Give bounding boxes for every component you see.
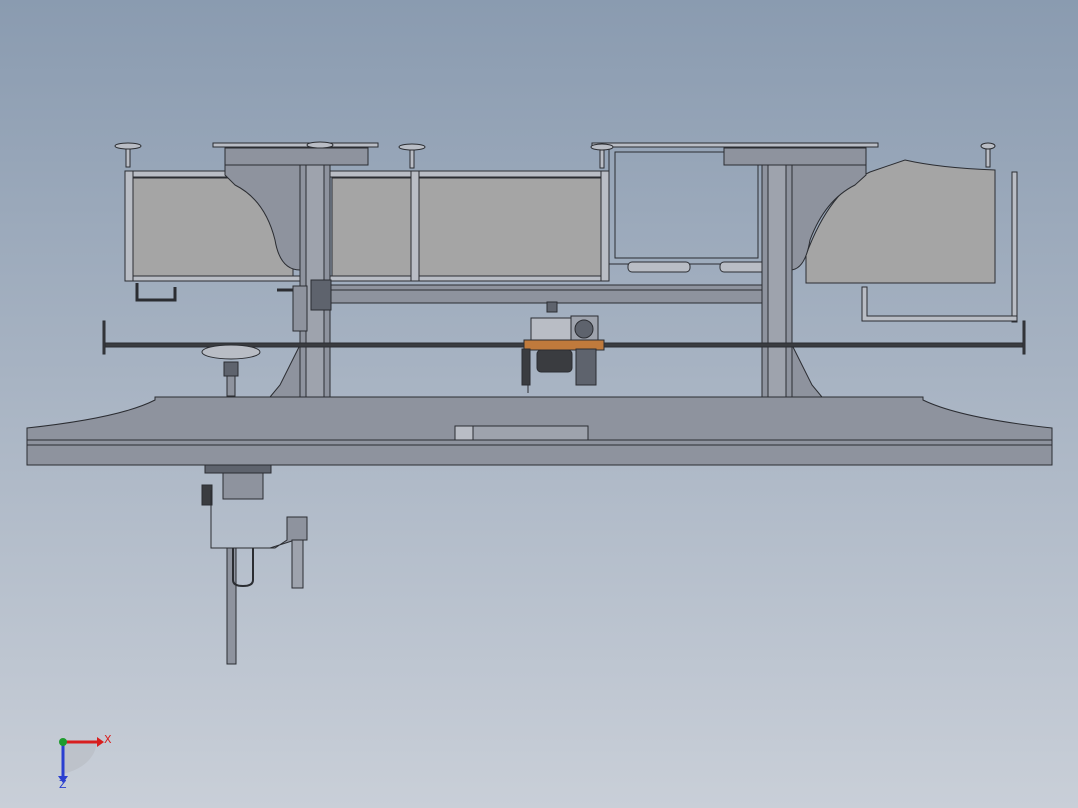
- triad-x-label: X: [104, 733, 112, 746]
- right-top-plate: [723, 147, 867, 166]
- round-table-top: [201, 344, 261, 360]
- foot-5-stem: [985, 148, 991, 168]
- top-strip-2: [591, 142, 879, 148]
- motor-body: [536, 349, 573, 373]
- foot-1-stem: [125, 148, 131, 168]
- hanging-mount-plate: [204, 464, 272, 474]
- cylinder-housing: [310, 279, 332, 311]
- frame-panel-3: [418, 177, 602, 277]
- base-slider-cap: [454, 425, 474, 441]
- cylinder-body: [292, 285, 308, 332]
- hanging-handle: [291, 539, 304, 589]
- top-strip-1: [212, 142, 379, 148]
- fan-grille: [574, 319, 594, 339]
- upper-frame-panels: [124, 170, 610, 282]
- foot-2: [306, 141, 334, 149]
- foot-3-stem: [409, 149, 415, 169]
- foot-1: [114, 142, 142, 150]
- rail-end-right: [1022, 320, 1026, 355]
- motor-top-knob: [546, 301, 558, 313]
- hanging-block: [222, 472, 264, 500]
- motor-top-box: [530, 317, 574, 341]
- upper-frame-rail-top: [124, 170, 608, 178]
- base-platform-front: [26, 439, 1053, 466]
- foot-5: [980, 142, 996, 150]
- left-top-plate: [224, 147, 369, 166]
- round-table-collar: [223, 361, 239, 377]
- pad-disc-2: [719, 261, 769, 273]
- crossbeam: [329, 284, 763, 304]
- pad-disc-1: [627, 261, 691, 273]
- cad-viewport[interactable]: X Z: [0, 0, 1078, 808]
- base-slider-block: [454, 425, 589, 441]
- upper-frame-rail-bottom: [124, 275, 608, 282]
- frame-post-mid: [410, 170, 420, 282]
- frame-post-right: [600, 170, 610, 282]
- triad-y-axis-dot: [59, 738, 67, 746]
- foot-4: [590, 143, 614, 151]
- machine-side-view-drawing: [0, 0, 1078, 808]
- rail-end-left: [102, 320, 106, 355]
- round-table-post: [226, 375, 236, 397]
- right-column-inner: [767, 164, 787, 398]
- frame-panel-2: [331, 177, 413, 277]
- right-side-bar: [1011, 171, 1018, 323]
- triad-z-label: Z: [59, 778, 67, 791]
- motor-support-left: [521, 348, 531, 386]
- motor-support-right: [575, 348, 597, 386]
- foot-4-stem: [599, 149, 605, 169]
- frame-post-left: [124, 170, 134, 282]
- foot-3: [398, 143, 426, 151]
- hanging-arm: [226, 547, 237, 665]
